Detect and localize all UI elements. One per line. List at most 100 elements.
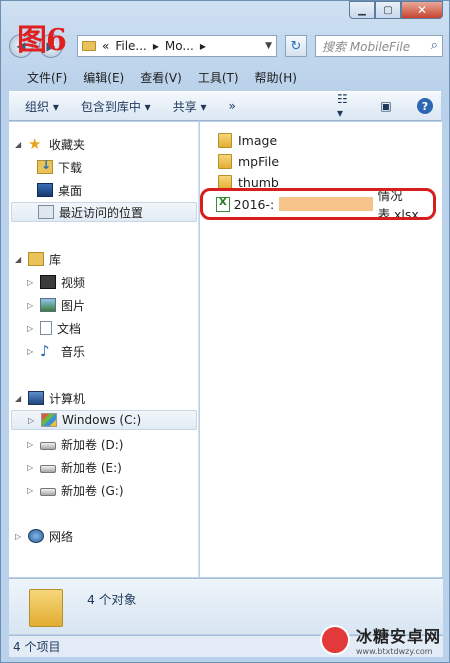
tree-item-desktop[interactable]: 桌面 bbox=[37, 180, 82, 200]
maximize-button[interactable]: ▢ bbox=[375, 1, 401, 19]
help-icon[interactable]: ? bbox=[417, 98, 433, 114]
tree-item-recent-places[interactable]: 最近访问的位置 bbox=[11, 202, 197, 222]
tree-label: 新加卷 (E:) bbox=[61, 460, 122, 475]
tree-item-videos[interactable]: ▷ 视频 bbox=[27, 272, 85, 292]
tree-label: 新加卷 (D:) bbox=[61, 437, 124, 452]
tree-label: 文档 bbox=[57, 321, 82, 336]
file-name: mpFile bbox=[238, 153, 280, 169]
file-item-folder[interactable]: mpFile bbox=[218, 151, 279, 171]
tree-library[interactable]: ◢ 库 bbox=[15, 249, 61, 269]
menu-help[interactable]: 帮助(H) bbox=[255, 69, 297, 86]
menu-bar: 文件(F) 编辑(E) 查看(V) 工具(T) 帮助(H) bbox=[9, 65, 441, 89]
tree-label: 库 bbox=[49, 252, 62, 267]
collapsed-icon[interactable]: ▷ bbox=[27, 278, 35, 287]
tree-label: 最近访问的位置 bbox=[59, 205, 144, 220]
tree-label: 视频 bbox=[61, 275, 86, 290]
minimize-button[interactable]: ▁ bbox=[349, 1, 375, 19]
tree-item-drive-d[interactable]: ▷ 新加卷 (D:) bbox=[27, 434, 123, 454]
collapsed-icon[interactable]: ▷ bbox=[27, 347, 35, 356]
file-list-pane: Image mpFile thumb 2016-:情况表.xlsx bbox=[200, 122, 442, 577]
tree-label: 计算机 bbox=[49, 391, 86, 406]
refresh-button[interactable]: ↻ bbox=[285, 35, 307, 57]
collapsed-icon[interactable]: ▷ bbox=[27, 440, 35, 449]
search-input[interactable]: 搜索 MobileFile ⌕ bbox=[315, 35, 443, 57]
video-icon bbox=[40, 275, 56, 289]
address-segment[interactable]: Mo... bbox=[165, 39, 194, 53]
file-name: Image bbox=[238, 132, 278, 148]
tree-label: 网络 bbox=[49, 529, 74, 544]
menu-view[interactable]: 查看(V) bbox=[140, 69, 182, 86]
close-button[interactable]: ✕ bbox=[401, 1, 443, 19]
tree-label: 收藏夹 bbox=[49, 137, 86, 152]
folder-icon bbox=[29, 589, 63, 627]
address-segment[interactable]: « bbox=[102, 39, 109, 53]
tree-item-drive-e[interactable]: ▷ 新加卷 (E:) bbox=[27, 457, 122, 477]
music-note-icon: ♪ bbox=[40, 342, 50, 360]
view-options-icon[interactable]: ☷ ▾ bbox=[337, 92, 355, 120]
tree-item-documents[interactable]: ▷ 文档 bbox=[27, 318, 81, 338]
tree-item-music[interactable]: ▷ ♪ 音乐 bbox=[27, 341, 85, 361]
expanded-icon[interactable]: ◢ bbox=[15, 394, 23, 403]
watermark-url: www.btxtdwzy.com bbox=[355, 647, 433, 656]
tree-computer[interactable]: ◢ 计算机 bbox=[15, 388, 85, 408]
tree-label: Windows (C:) bbox=[62, 413, 142, 427]
tree-item-pictures[interactable]: ▷ 图片 bbox=[27, 295, 85, 315]
include-in-library-button[interactable]: 包含到库中 ▾ bbox=[81, 98, 151, 115]
chevron-down-icon[interactable]: ▼ bbox=[265, 41, 272, 51]
tree-label: 新加卷 (G:) bbox=[61, 483, 124, 498]
watermark-texts: 冰糖安卓网 www.btxtdwzy.com bbox=[356, 623, 441, 656]
menu-edit[interactable]: 编辑(E) bbox=[83, 69, 124, 86]
menu-tools[interactable]: 工具(T) bbox=[198, 69, 239, 86]
explorer-window: 图6 ▁ ▢ ✕ ◀ ▶ « File... ▸ Mo... ▸ ▼ ↻ 搜索 … bbox=[0, 0, 450, 663]
tree-label: 下载 bbox=[58, 160, 83, 175]
folder-icon bbox=[82, 41, 96, 51]
watermark-logo: 冰糖安卓网 www.btxtdwzy.com bbox=[319, 623, 441, 656]
drive-icon bbox=[40, 488, 56, 496]
search-placeholder: 搜索 MobileFile bbox=[322, 39, 411, 54]
expanded-icon[interactable]: ◢ bbox=[15, 255, 23, 264]
address-separator[interactable]: ▸ bbox=[153, 39, 159, 53]
downloads-icon bbox=[37, 158, 53, 174]
file-item-folder[interactable]: Image bbox=[218, 130, 277, 150]
tree-network[interactable]: ▷ 网络 bbox=[15, 526, 73, 546]
highlight-annotation bbox=[200, 188, 436, 220]
tree-label: 桌面 bbox=[58, 183, 83, 198]
organize-button[interactable]: 组织 ▾ bbox=[25, 98, 59, 115]
object-count: 4 个对象 bbox=[87, 592, 137, 607]
collapsed-icon[interactable]: ▷ bbox=[28, 416, 36, 425]
collapsed-icon[interactable]: ▷ bbox=[27, 463, 35, 472]
address-separator[interactable]: ▸ bbox=[200, 39, 206, 53]
watermark-title: 冰糖安卓网 bbox=[355, 627, 441, 646]
folder-icon bbox=[218, 132, 232, 148]
tree-item-drive-g[interactable]: ▷ 新加卷 (G:) bbox=[27, 480, 124, 500]
drive-icon bbox=[40, 465, 56, 473]
collapsed-icon[interactable]: ▷ bbox=[27, 324, 35, 333]
recent-places-icon bbox=[38, 205, 54, 219]
refresh-icon: ↻ bbox=[290, 38, 302, 54]
preview-pane-icon[interactable]: ▣ bbox=[377, 98, 395, 114]
share-button[interactable]: 共享 ▾ bbox=[173, 98, 207, 115]
address-segment[interactable]: File... bbox=[115, 39, 147, 53]
tree-item-drive-c[interactable]: ▷ Windows (C:) bbox=[11, 410, 197, 430]
collapsed-icon[interactable]: ▷ bbox=[27, 301, 35, 310]
folder-icon bbox=[218, 153, 232, 169]
collapsed-icon[interactable]: ▷ bbox=[27, 486, 35, 495]
more-commands-button[interactable]: » bbox=[229, 99, 236, 113]
library-icon bbox=[28, 252, 44, 266]
collapsed-icon[interactable]: ▷ bbox=[15, 532, 23, 541]
desktop-icon bbox=[37, 183, 53, 197]
search-icon[interactable]: ⌕ bbox=[431, 38, 438, 53]
star-icon: ★ bbox=[28, 135, 42, 153]
expanded-icon[interactable]: ◢ bbox=[15, 140, 23, 149]
pictures-icon bbox=[40, 298, 56, 312]
tree-favorites[interactable]: ◢ ★ 收藏夹 bbox=[15, 134, 85, 154]
tree-item-downloads[interactable]: 下载 bbox=[37, 157, 82, 177]
menu-file[interactable]: 文件(F) bbox=[27, 69, 67, 86]
command-bar: 组织 ▾ 包含到库中 ▾ 共享 ▾ » ☷ ▾ ▣ ? bbox=[9, 91, 441, 121]
computer-icon bbox=[28, 391, 44, 405]
address-bar[interactable]: « File... ▸ Mo... ▸ ▼ bbox=[77, 35, 277, 57]
figure-label: 图6 bbox=[17, 23, 67, 58]
status-item-count: 4 个项目 bbox=[13, 640, 61, 654]
drive-icon bbox=[40, 442, 56, 450]
tree-label: 图片 bbox=[61, 298, 86, 313]
